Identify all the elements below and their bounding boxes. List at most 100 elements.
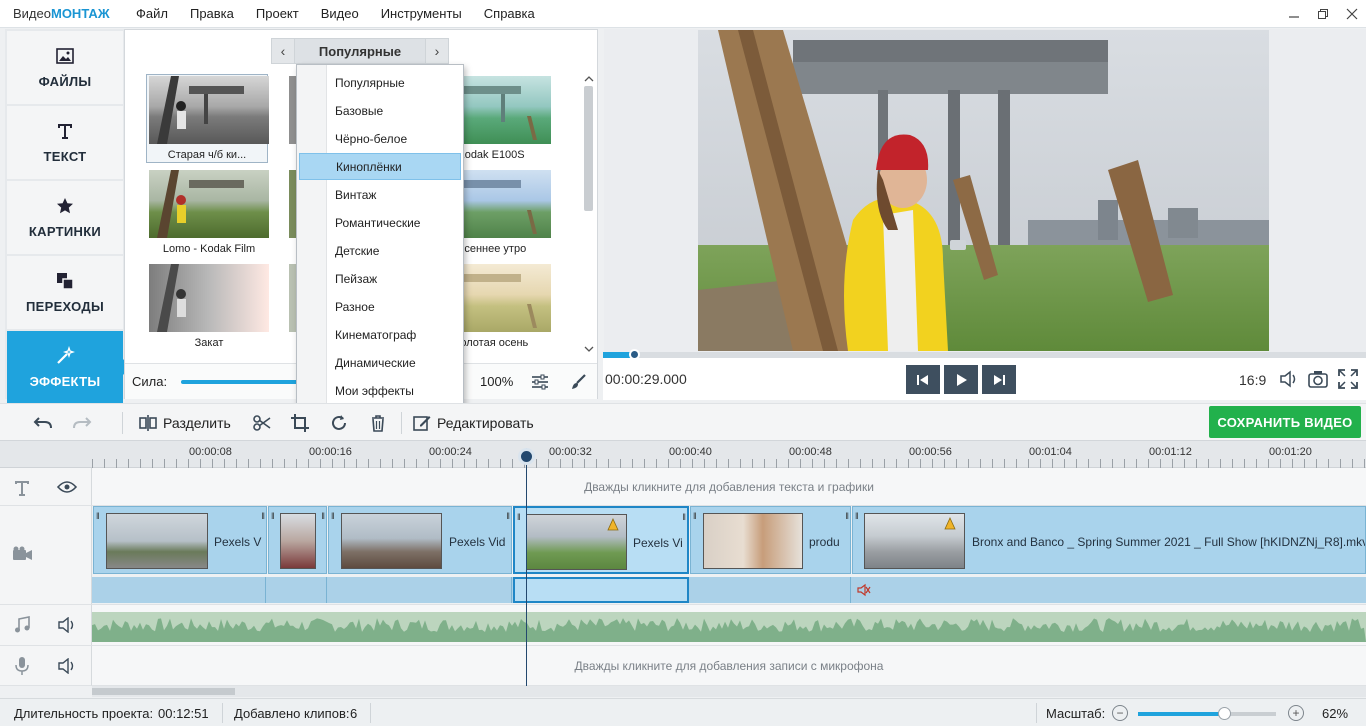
clip-handle-right[interactable]: ‖	[845, 511, 849, 521]
zoom-in-icon[interactable]: +	[1288, 705, 1304, 721]
sliders-icon[interactable]	[529, 371, 551, 393]
edit-button[interactable]: Редактировать	[413, 412, 534, 434]
chevron-right-icon[interactable]: ›	[425, 38, 449, 64]
sidebar-item-text[interactable]: ТЕКСТ	[7, 106, 123, 179]
scissors-icon[interactable]	[253, 412, 271, 434]
strength-slider[interactable]	[181, 379, 302, 384]
clip-handle-left[interactable]: ‖	[693, 511, 697, 521]
chevron-down-icon[interactable]	[583, 344, 595, 354]
dropdown-item-cinema[interactable]: Кинематограф	[299, 321, 461, 348]
split-button[interactable]: Разделить	[139, 412, 231, 434]
video-frame[interactable]	[698, 30, 1269, 351]
fullscreen-icon[interactable]	[1337, 368, 1359, 390]
clip-handle-right[interactable]: ‖	[506, 511, 510, 521]
menu-video[interactable]: Видео	[310, 6, 370, 21]
sidebar-item-files[interactable]: ФАЙЛЫ	[7, 31, 123, 104]
rotate-icon[interactable]	[330, 412, 348, 434]
dropdown-item-romantic[interactable]: Романтические	[299, 209, 461, 236]
clip-handle-right[interactable]: ‖	[321, 511, 325, 521]
aspect-ratio[interactable]: 16:9	[1239, 372, 1266, 388]
menu-project[interactable]: Проект	[245, 6, 310, 21]
category-selector[interactable]: Популярные	[295, 38, 425, 64]
volume-icon[interactable]	[57, 658, 77, 674]
camera-icon[interactable]	[1307, 368, 1329, 390]
sidebar-item-effects[interactable]: ЭФФЕКТЫ	[7, 331, 130, 404]
playhead-handle[interactable]	[518, 448, 535, 465]
volume-icon[interactable]	[57, 617, 77, 633]
video-clip[interactable]: ‖ Pexels Vid ‖	[328, 506, 512, 574]
sidebar-item-pictures[interactable]: КАРТИНКИ	[7, 181, 123, 254]
menu-help[interactable]: Справка	[473, 6, 546, 21]
clip-handle-left[interactable]: ‖	[96, 511, 100, 521]
video-audio-segment[interactable]	[92, 577, 266, 603]
effect-thumb-sunset[interactable]: Закат	[148, 264, 270, 349]
crop-icon[interactable]	[291, 412, 309, 434]
dropdown-item-landscape[interactable]: Пейзаж	[299, 265, 461, 292]
close-icon[interactable]	[1337, 0, 1366, 28]
video-clip[interactable]: ‖ Pexels V ‖	[93, 506, 267, 574]
save-video-button[interactable]: СОХРАНИТЬ ВИДЕО	[1209, 406, 1361, 438]
dropdown-item-film[interactable]: Киноплёнки	[299, 153, 461, 180]
mic-track[interactable]: Дважды кликните для добавления записи с …	[92, 646, 1366, 686]
timeline-scrollbar[interactable]	[92, 686, 1366, 697]
menu-file[interactable]: Файл	[125, 6, 179, 21]
effect-thumb-lomo[interactable]: Lomo - Kodak Film	[148, 170, 270, 255]
video-clip[interactable]: ‖ ‖	[268, 506, 327, 574]
dropdown-item-my-effects[interactable]: Мои эффекты	[299, 377, 461, 404]
clip-handle-right[interactable]: ‖	[682, 512, 686, 522]
video-clip-selected[interactable]: ‖ Pexels Vi ‖	[513, 506, 689, 574]
video-audio-segment-selected[interactable]	[513, 577, 689, 603]
edit-toolbar: Разделить Редактировать СОХРАНИТЬ ВИДЕО	[0, 403, 1366, 440]
clip-handle-left[interactable]: ‖	[855, 511, 859, 521]
sidebar-item-transitions[interactable]: ПЕРЕХОДЫ	[7, 256, 123, 329]
dropdown-item-kids[interactable]: Детские	[299, 237, 461, 264]
skip-back-icon[interactable]	[906, 365, 940, 394]
volume-icon[interactable]	[1278, 368, 1300, 390]
timeline-ruler[interactable]: 00:00:08 00:00:16 00:00:24 00:00:32 00:0…	[0, 440, 1366, 468]
video-track[interactable]: ‖ Pexels V ‖ ‖ ‖ ‖ Pexels Vid ‖ ‖ Pexels…	[92, 506, 1366, 605]
video-audio-segment[interactable]	[328, 577, 512, 603]
clip-handle-right[interactable]: ‖	[261, 511, 265, 521]
music-track-header	[0, 605, 92, 646]
skip-forward-icon[interactable]	[982, 365, 1016, 394]
muted-icon[interactable]	[857, 583, 871, 597]
chevron-left-icon[interactable]: ‹	[271, 38, 295, 64]
clip-handle-left[interactable]: ‖	[271, 511, 275, 521]
trash-icon[interactable]	[370, 412, 386, 434]
video-audio-segment[interactable]	[690, 577, 851, 603]
clip-handle-left[interactable]: ‖	[331, 511, 335, 521]
scrollbar-thumb[interactable]	[92, 688, 235, 695]
scrollbar-thumb[interactable]	[584, 86, 593, 211]
restore-icon[interactable]	[1308, 0, 1337, 28]
effect-thumb-old-bw[interactable]: Старая ч/б ки...	[146, 74, 269, 163]
dropdown-item-vintage[interactable]: Винтаж	[299, 181, 461, 208]
clip-handle-left[interactable]: ‖	[517, 512, 521, 522]
eye-icon[interactable]	[57, 480, 77, 494]
duration-value: 00:12:51	[158, 706, 209, 721]
text-track[interactable]: Дважды кликните для добавления текста и …	[92, 468, 1366, 506]
dropdown-item-basic[interactable]: Базовые	[299, 97, 461, 124]
menu-tools[interactable]: Инструменты	[370, 6, 473, 21]
brush-icon[interactable]	[567, 371, 589, 393]
zoom-out-icon[interactable]: −	[1112, 705, 1128, 721]
split-label: Разделить	[163, 415, 231, 431]
menu-edit[interactable]: Правка	[179, 6, 245, 21]
dropdown-item-dynamic[interactable]: Динамические	[299, 349, 461, 376]
video-audio-lane[interactable]	[92, 577, 1366, 603]
audio-waveform[interactable]	[92, 612, 1366, 642]
dropdown-item-black-white[interactable]: Чёрно-белое	[299, 125, 461, 152]
zoom-slider[interactable]	[1138, 707, 1276, 720]
video-audio-segment[interactable]	[267, 577, 327, 603]
video-clip[interactable]: ‖ produ ‖	[690, 506, 851, 574]
effects-scrollbar[interactable]	[582, 74, 594, 354]
music-track[interactable]	[92, 605, 1366, 646]
dropdown-item-misc[interactable]: Разное	[299, 293, 461, 320]
minimize-icon[interactable]	[1279, 0, 1308, 28]
chevron-up-icon[interactable]	[583, 74, 595, 84]
zoom-knob[interactable]	[1217, 707, 1231, 720]
play-icon[interactable]	[944, 365, 978, 394]
undo-icon[interactable]	[33, 412, 53, 434]
redo-icon[interactable]	[72, 412, 92, 434]
video-clip[interactable]: ‖ Bronx and Banco _ Spring Summer 2021 _…	[852, 506, 1366, 574]
dropdown-item-popular[interactable]: Популярные	[299, 69, 461, 96]
